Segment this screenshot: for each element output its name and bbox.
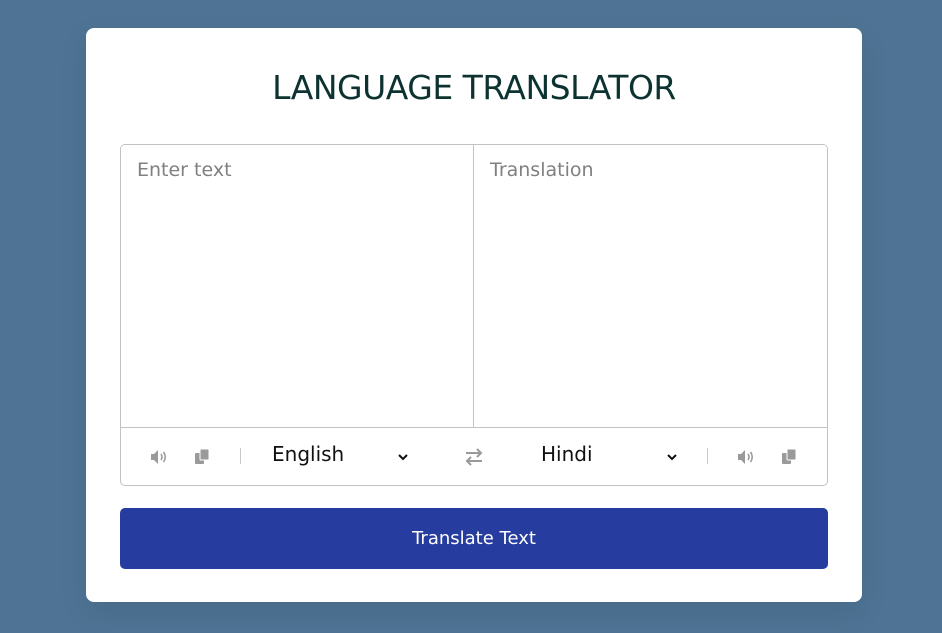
exchange-icon[interactable]: [463, 446, 485, 468]
source-text-input[interactable]: [121, 145, 474, 427]
target-volume-icon[interactable]: [736, 447, 756, 467]
controls-row: English Hindi: [121, 427, 827, 485]
chevron-down-icon[interactable]: [396, 449, 410, 463]
chevron-down-icon[interactable]: [665, 449, 679, 463]
target-copy-icon[interactable]: [780, 447, 800, 467]
source-copy-icon[interactable]: [193, 447, 213, 467]
translation-output[interactable]: [474, 145, 827, 427]
translate-button[interactable]: Translate Text: [120, 508, 828, 569]
translation-panel: English Hindi: [120, 144, 828, 486]
target-language-select[interactable]: Hindi: [541, 442, 593, 466]
source-language-select[interactable]: English: [272, 442, 344, 466]
divider: [707, 448, 708, 464]
source-volume-icon[interactable]: [149, 447, 169, 467]
divider: [240, 448, 241, 464]
translator-card: LANGUAGE TRANSLATOR English: [86, 28, 862, 602]
page-title: LANGUAGE TRANSLATOR: [272, 68, 676, 107]
